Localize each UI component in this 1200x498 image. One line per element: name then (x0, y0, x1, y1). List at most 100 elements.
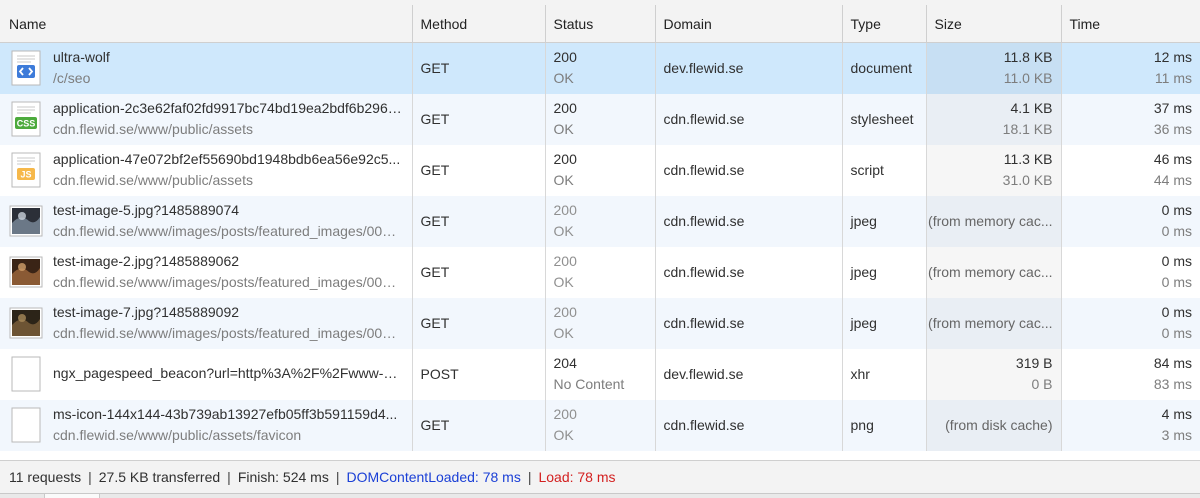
status-code: 200 (553, 151, 577, 167)
drawer-tab-strip (0, 493, 1200, 498)
status-text: OK (553, 427, 574, 443)
finish-time: Finish: 524 ms (237, 469, 329, 485)
column-header-domain[interactable]: Domain (655, 5, 843, 43)
image-thumbnail-icon (9, 305, 43, 341)
time-cell: 4 ms 3 ms (1061, 400, 1200, 451)
name-cell[interactable]: test-image-2.jpg?1485889062 cdn.flewid.se… (0, 246, 413, 298)
table-row[interactable]: test-image-7.jpg?1485889092 cdn.flewid.se… (0, 297, 1200, 349)
domain-cell: dev.flewid.se (655, 42, 843, 94)
name-cell[interactable]: test-image-5.jpg?1485889074 cdn.flewid.se… (0, 195, 413, 247)
name-cell[interactable]: ngx_pagespeed_beacon?url=http%3A%2F%2Fww… (0, 348, 413, 400)
transferred-size: 27.5 KB transferred (98, 469, 221, 485)
type-cell: jpeg (842, 195, 927, 247)
load-time: Load: 78 ms (538, 469, 616, 485)
request-name: ngx_pagespeed_beacon?url=http%3A%2F%2Fww… (53, 364, 404, 381)
table-row[interactable]: test-image-2.jpg?1485889062 cdn.flewid.se… (0, 246, 1200, 298)
status-code: 200 (553, 406, 577, 422)
resource-size: 18.1 KB (1002, 121, 1053, 137)
time-cell: 0 ms 0 ms (1061, 196, 1200, 247)
request-name: test-image-2.jpg?1485889062 (53, 252, 240, 269)
cache-source: (from memory cac... (928, 213, 1053, 229)
time-cell: 0 ms 0 ms (1061, 298, 1200, 349)
column-header-size[interactable]: Size (926, 5, 1062, 43)
type-cell: jpeg (842, 297, 927, 349)
latency-time: 0 ms (1161, 223, 1192, 239)
name-cell[interactable]: CSS application-2c3e62faf02fd9917bc74bd19… (0, 93, 413, 145)
method-cell: GET (412, 144, 546, 196)
table-row[interactable]: CSS application-2c3e62faf02fd9917bc74bd19… (0, 93, 1200, 145)
html-icon (9, 50, 43, 86)
status-summary-bar: 11 requests | 27.5 KB transferred | Finish: … (0, 460, 1200, 493)
resource-size: 31.0 KB (1002, 172, 1053, 188)
size-cell: (from memory cac... (926, 297, 1062, 349)
domain-cell: cdn.flewid.se (655, 297, 843, 349)
status-cell: 200 OK (545, 93, 656, 145)
requests-table: Name Method Status Domain Type Size Time… (0, 5, 1200, 451)
time-cell: 0 ms 0 ms (1061, 247, 1200, 298)
time-cell: 12 ms 11 ms (1061, 43, 1200, 94)
method-cell: GET (412, 42, 546, 94)
svg-text:JS: JS (20, 169, 31, 179)
dom-content-loaded-time: DOMContentLoaded: 78 ms (346, 469, 521, 485)
column-header-method[interactable]: Method (412, 5, 546, 43)
method-cell: POST (412, 348, 546, 400)
size-cell: (from memory cac... (926, 195, 1062, 247)
domain-cell: cdn.flewid.se (655, 195, 843, 247)
name-cell[interactable]: ultra-wolf/c/seo (0, 42, 413, 94)
cache-source: (from disk cache) (945, 417, 1053, 433)
status-text: OK (553, 223, 574, 239)
status-code: 200 (553, 253, 577, 269)
table-row[interactable]: ms-icon-144x144-43b739ab13927efb05ff3b59… (0, 399, 1200, 451)
total-time: 4 ms (1161, 406, 1192, 422)
column-header-status[interactable]: Status (545, 5, 656, 43)
time-cell: 46 ms 44 ms (1061, 145, 1200, 196)
type-cell: document (842, 42, 927, 94)
network-panel: Name Method Status Domain Type Size Time… (0, 0, 1200, 498)
transfer-size: 11.3 KB (1003, 151, 1053, 167)
drawer-tab[interactable] (44, 494, 100, 498)
total-time: 0 ms (1161, 202, 1192, 218)
status-cell: 200 OK (545, 246, 656, 298)
column-header-name[interactable]: Name (0, 5, 413, 43)
table-row[interactable]: ultra-wolf/c/seo GET 200 OK dev.flewid.se doc… (0, 42, 1200, 94)
table-row[interactable]: JS application-47e072bf2ef55690bd1948bdb6… (0, 144, 1200, 196)
table-row[interactable]: ngx_pagespeed_beacon?url=http%3A%2F%2Fww… (0, 348, 1200, 400)
name-cell[interactable]: JS application-47e072bf2ef55690bd1948bdb6… (0, 144, 413, 196)
status-text: OK (553, 172, 574, 188)
total-time: 46 ms (1153, 151, 1192, 167)
blank-file-icon (9, 407, 43, 443)
name-cell[interactable]: ms-icon-144x144-43b739ab13927efb05ff3b59… (0, 399, 413, 451)
resource-size: 0 B (1031, 376, 1053, 392)
request-path: cdn.flewid.se/www/public/assets (53, 120, 253, 137)
column-header-time[interactable]: Time (1061, 5, 1200, 43)
transfer-size: 319 B (1015, 355, 1053, 371)
domain-cell: cdn.flewid.se (655, 399, 843, 451)
separator: | (527, 469, 532, 485)
status-cell: 200 OK (545, 144, 656, 196)
method-cell: GET (412, 195, 546, 247)
type-cell: xhr (842, 348, 927, 400)
type-cell: stylesheet (842, 93, 927, 145)
separator: | (227, 469, 231, 485)
status-code: 200 (553, 49, 577, 66)
domain-cell: cdn.flewid.se (655, 246, 843, 298)
total-time: 12 ms (1153, 49, 1192, 66)
total-time: 37 ms (1153, 100, 1192, 116)
request-path: cdn.flewid.se/www/images/posts/featured_… (53, 273, 404, 290)
domain-cell: cdn.flewid.se (655, 144, 843, 196)
table-row[interactable]: test-image-5.jpg?1485889074 cdn.flewid.se… (0, 195, 1200, 247)
latency-time: 36 ms (1153, 121, 1192, 137)
domain-cell: cdn.flewid.se (655, 93, 843, 145)
latency-time: 0 ms (1161, 325, 1192, 341)
type-cell: jpeg (842, 246, 927, 298)
status-cell: 200 OK (545, 195, 656, 247)
request-name: test-image-7.jpg?1485889092 (53, 303, 240, 320)
latency-time: 3 ms (1161, 427, 1192, 443)
time-cell: 84 ms 83 ms (1061, 349, 1200, 400)
size-cell: 11.3 KB 31.0 KB (926, 144, 1062, 196)
name-cell[interactable]: test-image-7.jpg?1485889092 cdn.flewid.se… (0, 297, 413, 349)
status-text: OK (553, 121, 574, 137)
column-header-type[interactable]: Type (842, 5, 927, 43)
svg-text:CSS: CSS (17, 118, 36, 128)
method-cell: GET (412, 93, 546, 145)
